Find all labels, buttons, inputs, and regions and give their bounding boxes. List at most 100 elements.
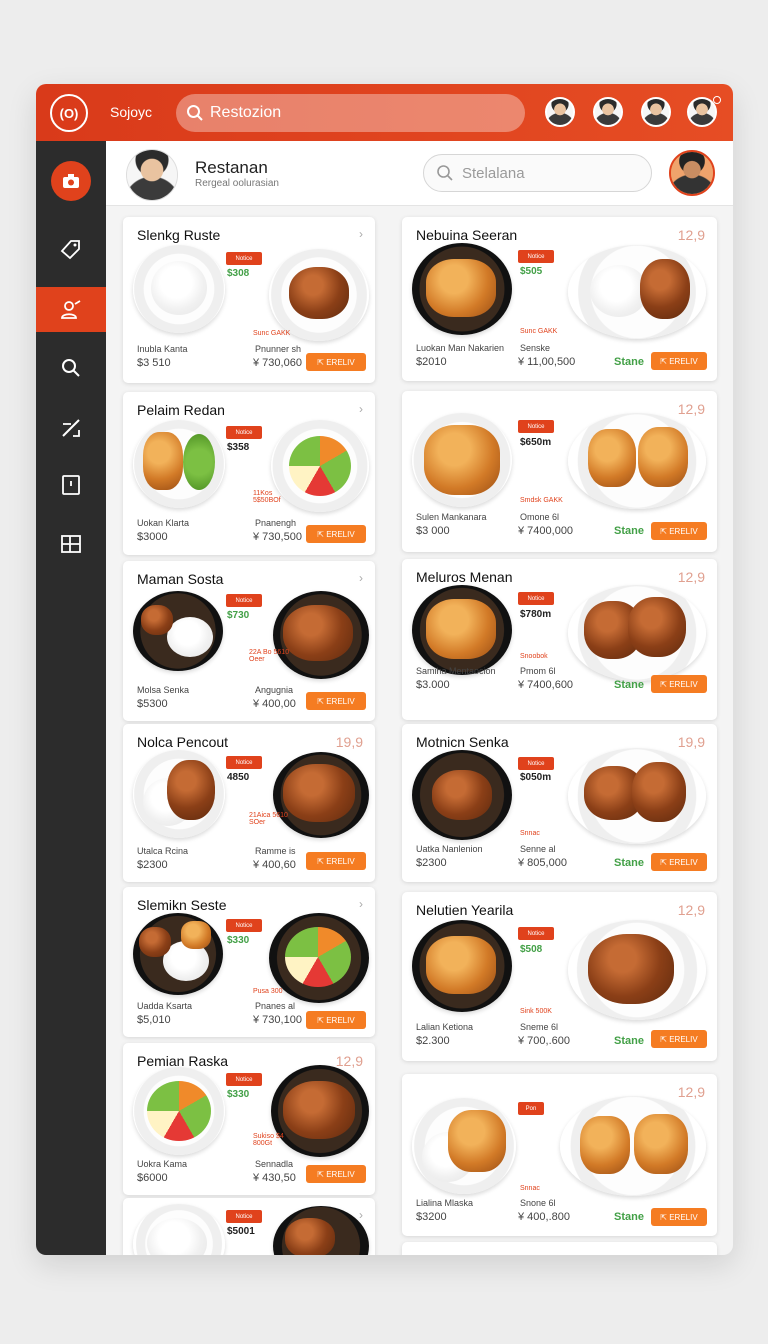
delivery-button[interactable]: ⇱ ERELIV — [651, 522, 707, 540]
dish-subtitle: Luokan Man Nakarien — [416, 343, 505, 353]
delivery-button[interactable]: ⇱ ERELIV — [651, 675, 707, 693]
dish-note: 11Kos 5$50BOf — [253, 490, 281, 504]
delivery-button[interactable]: ⇱ ERELIV — [306, 525, 366, 543]
sidebar-item-camera[interactable] — [51, 161, 91, 201]
dish-detail: Senne al — [520, 844, 556, 854]
search-icon — [437, 165, 453, 181]
dish-card[interactable]: 12,9 Pon Snnac Lialina Mlaska $3200 Snon… — [402, 1074, 717, 1236]
dish-detail: Ramme is — [255, 846, 296, 856]
dish-subtitle: Utalca Rcina — [137, 846, 189, 856]
status-label: Stane — [614, 356, 644, 368]
dish-image — [133, 1067, 225, 1155]
notice-tag: Notice — [226, 756, 262, 769]
dish-price: $505 — [520, 266, 543, 277]
dish-image — [568, 748, 706, 844]
dish-image — [568, 585, 706, 681]
dish-price: 4850 — [227, 772, 250, 783]
chevron-right-icon[interactable]: › — [359, 571, 363, 585]
chevron-right-icon[interactable]: › — [359, 402, 363, 416]
delivery-button[interactable]: ⇱ ERELIV — [306, 1011, 366, 1029]
notice-tag: Notice — [518, 420, 554, 433]
dish-card[interactable]: Meluros Menan 12,9 Notice $780m Snoobok … — [402, 559, 717, 720]
dish-value: ¥ 7400,600 — [518, 679, 574, 691]
notice-tag: Notice — [518, 927, 554, 940]
dish-image — [269, 249, 369, 341]
dish-price: $050m — [520, 772, 552, 783]
delivery-button[interactable]: ⇱ ERELIV — [306, 692, 366, 710]
dish-card[interactable]: Maman Sosta › Notice $730 22A Bo 5610 Oe… — [123, 561, 375, 721]
dish-note: Sukiso $4 800Gt — [253, 1133, 284, 1147]
header-search-bar[interactable] — [423, 154, 652, 192]
chevron-right-icon[interactable]: › — [359, 227, 363, 241]
dish-card[interactable]: Pelaim Redan › Notice $358 11Kos 5$50BOf… — [123, 392, 375, 555]
dish-card[interactable]: Motnicn Senka 19,9 Notice $050m Snnac Ua… — [402, 724, 717, 882]
dish-card[interactable]: Slemikn Seste › Notice $330 Pusa 300 Uad… — [123, 887, 375, 1037]
delivery-button[interactable]: ⇱ ERELIV — [651, 352, 707, 370]
delivery-button[interactable]: ⇱ ERELIV — [651, 1208, 707, 1226]
sidebar-item-tag[interactable] — [36, 226, 106, 271]
dish-subtitle: Inubla Kanta — [137, 344, 188, 354]
dish-note: Smdsk GAKK — [520, 497, 563, 504]
top-search-input[interactable] — [210, 104, 510, 122]
sidebar-item-chef[interactable] — [36, 287, 106, 332]
dish-card[interactable]: 12,9 Notice $650m Smdsk GAKK Sulen Manka… — [402, 391, 717, 552]
delivery-button[interactable]: ⇱ ERELIV — [306, 353, 366, 371]
sidebar-item-edit[interactable] — [36, 405, 106, 450]
notice-tag: Pon — [518, 1102, 544, 1115]
dish-note: Snnac — [520, 830, 540, 837]
restaurant-avatar[interactable] — [126, 149, 178, 201]
search-icon — [62, 358, 80, 377]
dish-title: Nelutien Yearila — [416, 902, 514, 918]
sidebar-item-search[interactable] — [36, 345, 106, 390]
dish-detail: Omone 6l — [520, 512, 560, 522]
dish-price: $5001 — [227, 1226, 255, 1237]
dish-image — [412, 243, 512, 335]
app-logo[interactable]: (O) — [50, 94, 88, 132]
profile-avatar[interactable] — [669, 150, 715, 196]
dish-card[interactable]: Nelutien Yearila 12,9 Notice $508 Sink 5… — [402, 892, 717, 1061]
dish-price: $330 — [227, 1089, 250, 1100]
page-subtitle: Rergeal oolurasian — [195, 178, 279, 189]
dish-detail: Sennadla — [255, 1159, 294, 1169]
dish-card[interactable]: Nolca Pencout 19,9 Notice 4850 21Aica 56… — [123, 724, 375, 882]
chevron-right-icon[interactable]: › — [359, 1208, 363, 1222]
sidebar-item-grid[interactable] — [36, 521, 106, 566]
sidebar-item-calendar[interactable] — [36, 462, 106, 507]
user-avatar-1[interactable] — [545, 97, 575, 127]
dish-note: 21Aica 5610 SOer — [249, 812, 288, 826]
delivery-button[interactable]: ⇱ ERELIV — [651, 853, 707, 871]
dish-card[interactable]: Nebuina Seeran 12,9 Notice $505 Sunc GAK… — [402, 217, 717, 381]
notice-tag: Notice — [226, 1073, 262, 1086]
notice-tag: Notice — [226, 426, 262, 439]
page-title: Restanan — [195, 158, 268, 177]
dish-detail: Sneme 6l — [520, 1022, 559, 1032]
dish-amount: $2300 — [137, 859, 168, 871]
dish-detail: Snone 6l — [520, 1198, 556, 1208]
notice-tag: Notice — [226, 252, 262, 265]
header-search-input[interactable] — [462, 164, 632, 182]
sidebar — [36, 141, 106, 1255]
chevron-right-icon[interactable]: › — [359, 897, 363, 911]
dish-title: Slemikn Seste — [137, 897, 227, 913]
delivery-button[interactable]: ⇱ ERELIV — [651, 1030, 707, 1048]
dish-card[interactable]: Slenkg Ruste › Notice $308 Sunc GAKK Inu… — [123, 217, 375, 383]
dish-card[interactable]: Pemian Raska 12,9 Notice $330 Sukiso $4 … — [123, 1043, 375, 1195]
dish-subtitle: Uokan Klarta — [137, 518, 190, 528]
user-avatar-3[interactable] — [641, 97, 671, 127]
dish-rating: 12,9 — [677, 1084, 705, 1100]
delivery-button[interactable]: ⇱ ERELIV — [306, 1165, 366, 1183]
dish-card[interactable] — [402, 1242, 717, 1255]
dish-image — [133, 591, 223, 671]
dish-subtitle: Uadda Ksarta — [137, 1001, 193, 1011]
dish-detail: Pmom 6l — [520, 666, 556, 676]
dish-value: ¥ 730,500 — [253, 531, 302, 543]
delivery-button[interactable]: ⇱ ERELIV — [306, 852, 366, 870]
dish-image — [269, 913, 369, 1003]
dish-rating: 19,9 — [335, 734, 363, 750]
dish-value: ¥ 730,060 — [253, 357, 302, 369]
user-avatar-2[interactable] — [593, 97, 623, 127]
dish-image — [412, 1098, 516, 1194]
dish-subtitle: Lalian Ketiona — [416, 1022, 474, 1032]
top-search-bar[interactable] — [176, 94, 525, 132]
dish-card[interactable]: › Notice $5001 — [123, 1198, 375, 1255]
